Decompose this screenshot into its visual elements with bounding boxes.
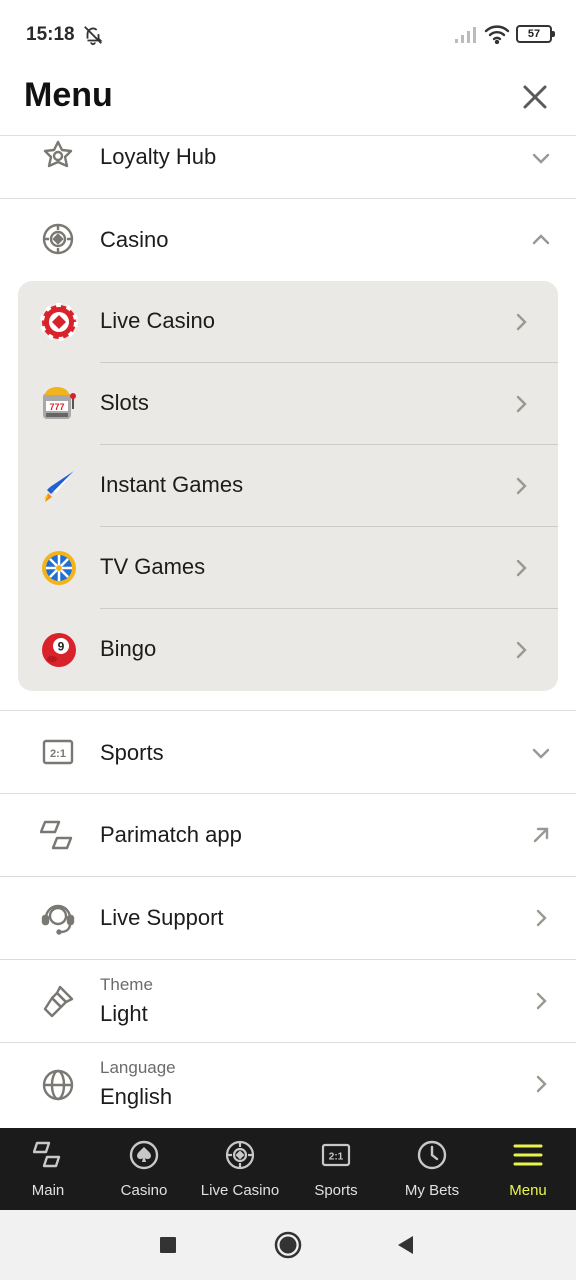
chevron-right-icon — [516, 559, 527, 577]
submenu-item-bingo[interactable]: 9 Bingo — [18, 609, 558, 691]
menu-item-label: Casino — [100, 227, 169, 252]
scoreboard-icon-text: 2:1 — [329, 1152, 344, 1163]
theme-value: Light — [100, 1001, 148, 1026]
nav-main[interactable]: Main — [0, 1128, 96, 1210]
nav-casino[interactable]: Casino — [96, 1128, 192, 1210]
theme-caption: Theme — [100, 975, 153, 994]
nav-live-casino[interactable]: Live Casino — [192, 1128, 288, 1210]
recent-apps-icon[interactable] — [153, 1230, 183, 1260]
parimatch-logo-icon — [40, 820, 73, 850]
submenu-item-label: Instant Games — [100, 472, 244, 497]
roulette-chip-icon — [40, 303, 78, 341]
rocket-icon — [44, 471, 74, 502]
scoreboard-icon: 2:1 — [321, 1143, 351, 1167]
system-navigation-bar — [0, 1210, 576, 1280]
signal-icon — [455, 27, 476, 43]
nav-my-bets[interactable]: My Bets — [384, 1128, 480, 1210]
scoreboard-icon: 2:1 — [42, 739, 74, 765]
scoreboard-icon-text: 2:1 — [50, 748, 66, 760]
svg-text:9: 9 — [58, 640, 65, 654]
bell-muted-icon — [84, 26, 103, 46]
chevron-right-icon — [536, 909, 547, 927]
home-icon[interactable] — [273, 1230, 303, 1260]
submenu-item-live-casino[interactable]: Live Casino — [18, 281, 558, 363]
submenu-item-label: Bingo — [100, 636, 157, 661]
menu-item-live-support[interactable]: Live Support — [0, 877, 576, 960]
nav-menu[interactable]: Menu — [480, 1128, 576, 1210]
parimatch-logo-icon — [33, 1141, 61, 1168]
menu-item-parimatch-app[interactable]: Parimatch app — [0, 794, 576, 877]
headset-support-icon — [41, 904, 75, 935]
svg-text:777: 777 — [49, 402, 64, 412]
clock-icon — [417, 1140, 447, 1170]
close-icon[interactable] — [518, 80, 552, 114]
menu-item-loyalty-hub[interactable]: Loyalty Hub — [0, 136, 576, 199]
submenu-item-instant-games[interactable]: Instant Games — [18, 445, 558, 527]
bottom-navigation: Main Casino Live Casino 2:1 Sports My Be… — [0, 1128, 576, 1210]
menu-item-label: Parimatch app — [100, 822, 242, 847]
submenu-item-label: Slots — [100, 390, 149, 415]
casino-chip-icon — [42, 223, 74, 255]
casino-submenu: Live Casino 777 Slots Instant Games TV G… — [18, 281, 558, 691]
wheel-of-fortune-icon — [42, 551, 76, 585]
nav-label: Casino — [120, 1182, 168, 1199]
chevron-right-icon — [516, 477, 527, 495]
page-title: Menu — [24, 76, 113, 114]
chevron-down-icon — [532, 748, 550, 759]
menu-item-label: Live Support — [100, 905, 224, 930]
battery-indicator: 57 — [516, 25, 555, 43]
nav-label: Menu — [509, 1182, 547, 1199]
status-bar: 15:18 57 — [0, 0, 576, 70]
submenu-item-slots[interactable]: 777 Slots — [18, 363, 558, 445]
external-link-arrow-icon — [533, 827, 549, 843]
star-badge-icon — [43, 140, 73, 168]
menu-item-label: Loyalty Hub — [100, 144, 217, 169]
chevron-right-icon — [536, 1075, 547, 1093]
menu-item-label: Sports — [100, 740, 164, 765]
chevron-right-icon — [516, 641, 527, 659]
header: Menu — [0, 70, 576, 136]
chevron-up-icon — [532, 234, 550, 245]
paintbrush-icon — [43, 985, 74, 1018]
spade-icon — [129, 1140, 159, 1170]
nav-label: Main — [31, 1182, 65, 1199]
nav-sports[interactable]: 2:1 Sports — [288, 1128, 384, 1210]
casino-chip-icon — [225, 1140, 255, 1170]
nav-label: Live Casino — [200, 1182, 280, 1199]
nav-label: Sports — [314, 1182, 358, 1199]
hamburger-menu-icon — [513, 1144, 543, 1166]
wifi-icon — [484, 25, 510, 44]
chevron-down-icon — [532, 153, 550, 164]
nav-label: My Bets — [404, 1182, 460, 1199]
status-time: 15:18 — [26, 24, 75, 45]
submenu-item-label: TV Games — [100, 554, 206, 579]
back-icon[interactable] — [391, 1230, 421, 1260]
chevron-right-icon — [536, 992, 547, 1010]
menu-item-casino[interactable]: Casino — [0, 199, 576, 279]
menu-item-sports[interactable]: 2:1 Sports — [0, 711, 576, 794]
menu-item-language[interactable]: Language English — [0, 1043, 576, 1128]
menu-item-theme[interactable]: Theme Light — [0, 960, 576, 1043]
language-value: English — [100, 1084, 173, 1109]
slot-machine-icon: 777 — [43, 387, 76, 419]
submenu-item-label: Live Casino — [100, 308, 215, 333]
chevron-right-icon — [516, 395, 527, 413]
chevron-right-icon — [516, 313, 527, 331]
language-caption: Language — [100, 1058, 176, 1077]
submenu-item-tv-games[interactable]: TV Games — [18, 527, 558, 609]
globe-icon — [42, 1069, 74, 1101]
bingo-ball-icon: 9 — [42, 633, 76, 667]
